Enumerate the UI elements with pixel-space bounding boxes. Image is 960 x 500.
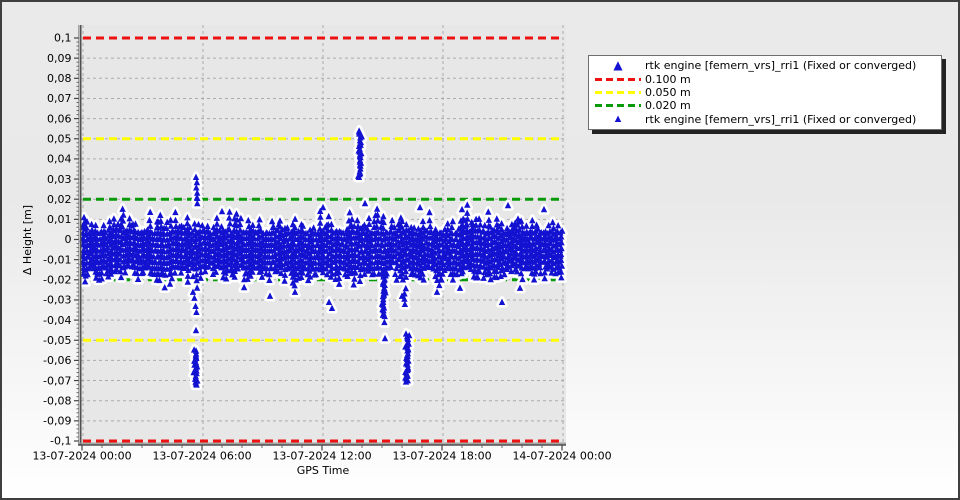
y-axis-title: Δ Height [m] — [21, 204, 34, 276]
legend-item-label: 0.100 m — [645, 72, 691, 86]
legend-item-label: 0.050 m — [645, 85, 691, 99]
x-tick-label: 13-07-2024 18:00 — [392, 450, 491, 463]
y-tick-label: -0,09 — [43, 415, 71, 428]
y-tick-label: -0,05 — [43, 334, 71, 347]
legend-item: ▲ rtk engine [femern_vrs]_rri1 (Fixed or … — [591, 113, 937, 126]
y-tick-label: -0,04 — [43, 314, 71, 327]
y-tick-label: 0,04 — [47, 153, 72, 166]
x-tick-label: 13-07-2024 06:00 — [152, 450, 251, 463]
y-tick-label: 0,1 — [54, 32, 72, 45]
x-tick-label: 13-07-2024 12:00 — [272, 450, 371, 463]
y-tick-label: 0,03 — [47, 173, 72, 186]
y-tick-label: 0 — [65, 233, 72, 246]
legend-item: ▲ rtk engine [femern_vrs]_rri1 (Fixed or … — [591, 58, 937, 73]
series-marker-icon: ▲ — [613, 58, 623, 73]
y-tick-label: 0,07 — [47, 92, 72, 105]
legend-item: 0.020 m — [591, 99, 937, 112]
legend-item: 0.050 m — [591, 86, 937, 99]
legend-item-label: 0.020 m — [645, 99, 691, 113]
legend-item-label: rtk engine [femern_vrs]_rri1 (Fixed or c… — [645, 59, 917, 73]
chart-window: 0,1 0,09 0,08 0,07 0,06 0,05 0,04 0,03 0,02 0,01 0… — [0, 0, 960, 500]
series-marker-icon: ▲ — [614, 113, 622, 124]
y-tick-label: 0,08 — [47, 72, 72, 85]
legend-item-label: rtk engine [femern_vrs]_rri1 (Fixed or c… — [645, 112, 917, 126]
y-tick-label: -0,06 — [43, 354, 71, 367]
x-tick-label: 13-07-2024 00:00 — [32, 450, 131, 463]
y-tick-label: -0,08 — [43, 394, 71, 407]
y-tick-label: -0,1 — [50, 435, 71, 448]
y-tick-label: 0,06 — [47, 112, 72, 125]
legend-item: 0.100 m — [591, 72, 937, 86]
threshold-dash-icon — [591, 77, 645, 81]
y-tick-label: 0,09 — [47, 52, 72, 65]
x-tick-label: 14-07-2024 00:00 — [512, 450, 611, 463]
threshold-dash-icon — [591, 104, 645, 108]
threshold-dash-icon — [591, 90, 645, 94]
legend-box: ▲ rtk engine [femern_vrs]_rri1 (Fixed or … — [588, 55, 942, 130]
y-tick-label: -0,07 — [43, 374, 71, 387]
y-tick-label: 0,02 — [47, 193, 72, 206]
x-axis-title: GPS Time — [296, 464, 350, 477]
y-tick-label: -0,02 — [43, 274, 71, 287]
y-tick-label: -0,01 — [43, 253, 71, 266]
y-tick-label: 0,01 — [47, 213, 72, 226]
y-tick-label: -0,03 — [43, 294, 71, 307]
y-tick-label: 0,05 — [47, 132, 72, 145]
